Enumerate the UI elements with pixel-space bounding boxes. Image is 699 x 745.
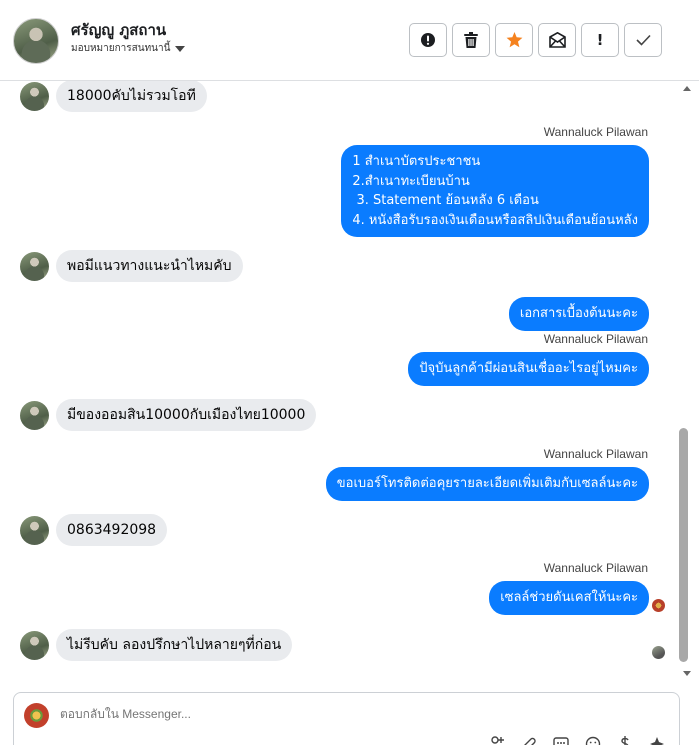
attachment-icon[interactable] <box>520 735 538 745</box>
incoming-message: ไม่รีบคับ ลองปรึกษาไปหลายๆที่ก่อน <box>20 629 293 661</box>
message-bubble[interactable]: เซลล์ช่วยดันเคสให้นะคะ <box>489 581 649 615</box>
sender-name: Wannaluck Pilawan <box>543 447 648 461</box>
follow-up-button[interactable]: ! <box>581 23 619 57</box>
contact-avatar-small <box>20 515 49 545</box>
trash-icon <box>464 32 478 48</box>
incoming-message: มีของออมสิน10000กับเมืองไทย10000 <box>20 399 317 431</box>
conversation-header: ศรัญญู ภูสถาน มอบหมายการสนทนานี้ ! <box>0 0 699 81</box>
incoming-message: พอมีแนวทางแนะนำไหมคับ <box>20 250 243 282</box>
page-avatar <box>24 703 49 728</box>
scrollbar-thumb[interactable] <box>679 428 688 662</box>
sender-name: Wannaluck Pilawan <box>543 561 648 575</box>
spam-button[interactable] <box>409 23 447 57</box>
message-bubble[interactable]: 0863492098 <box>56 514 168 546</box>
exclamation-icon: ! <box>596 31 604 49</box>
reply-input[interactable] <box>60 707 620 721</box>
contact-avatar-small <box>20 81 49 111</box>
alert-circle-icon <box>421 33 435 47</box>
contact-avatar[interactable] <box>13 18 59 64</box>
message-bubble[interactable]: ปัจุบันลูกค้ามีผ่อนสินเชื่ออะไรอยู่ไหมคะ <box>408 352 649 386</box>
contact-avatar-small <box>20 630 49 660</box>
envelope-icon <box>548 32 566 48</box>
reply-composer <box>13 692 680 745</box>
star-button[interactable] <box>495 23 533 57</box>
emoji-icon[interactable] <box>584 735 602 745</box>
payment-icon[interactable] <box>616 735 634 745</box>
scroll-up-arrow-icon[interactable] <box>683 86 691 91</box>
sender-name: Wannaluck Pilawan <box>543 125 648 139</box>
contact-avatar-small <box>20 400 49 430</box>
seen-receipt-avatar <box>652 646 665 659</box>
delete-button[interactable] <box>452 23 490 57</box>
contact-avatar-small <box>20 251 49 281</box>
assign-label: มอบหมายการสนทนานี้ <box>71 43 171 54</box>
message-bubble[interactable]: ไม่รีบคับ ลองปรึกษาไปหลายๆที่ก่อน <box>56 629 293 661</box>
incoming-message: 0863492098 <box>20 514 168 546</box>
mark-unread-button[interactable] <box>538 23 576 57</box>
add-person-icon[interactable] <box>488 735 506 745</box>
sender-name: Wannaluck Pilawan <box>543 332 648 346</box>
message-bubble[interactable]: ขอเบอร์โทรติดต่อคุยรายละเอียดเพิ่มเติมกั… <box>325 467 649 501</box>
composer-toolbar <box>488 735 666 745</box>
contact-name[interactable]: ศรัญญู ภูสถาน <box>71 18 166 42</box>
saved-replies-icon[interactable] <box>552 735 570 745</box>
message-thread[interactable]: 18000คับไม่รวมโอที Wannaluck Pilawan 1 ส… <box>0 81 699 685</box>
star-icon <box>506 32 522 48</box>
seen-receipt-avatar <box>652 599 665 612</box>
message-bubble[interactable]: 18000คับไม่รวมโอที <box>56 81 207 112</box>
message-bubble[interactable]: มีของออมสิน10000กับเมืองไทย10000 <box>56 399 317 431</box>
message-bubble[interactable]: เอกสารเบื้องต้นนะคะ <box>508 297 649 331</box>
mark-done-button[interactable] <box>624 23 662 57</box>
checkmark-icon <box>635 34 651 46</box>
incoming-message: 18000คับไม่รวมโอที <box>20 81 207 112</box>
assign-conversation-dropdown[interactable]: มอบหมายการสนทนานี้ <box>71 41 186 56</box>
message-bubble[interactable]: พอมีแนวทางแนะนำไหมคับ <box>56 250 243 282</box>
conversation-toolbar: ! <box>409 23 662 57</box>
caret-down-icon <box>175 46 186 52</box>
more-actions-icon[interactable] <box>648 735 666 745</box>
scroll-down-arrow-icon[interactable] <box>683 671 691 676</box>
message-bubble[interactable]: 1 สำเนาบัตรประชาชน 2.สำเนาทะเบียนบ้าน 3.… <box>341 145 649 237</box>
